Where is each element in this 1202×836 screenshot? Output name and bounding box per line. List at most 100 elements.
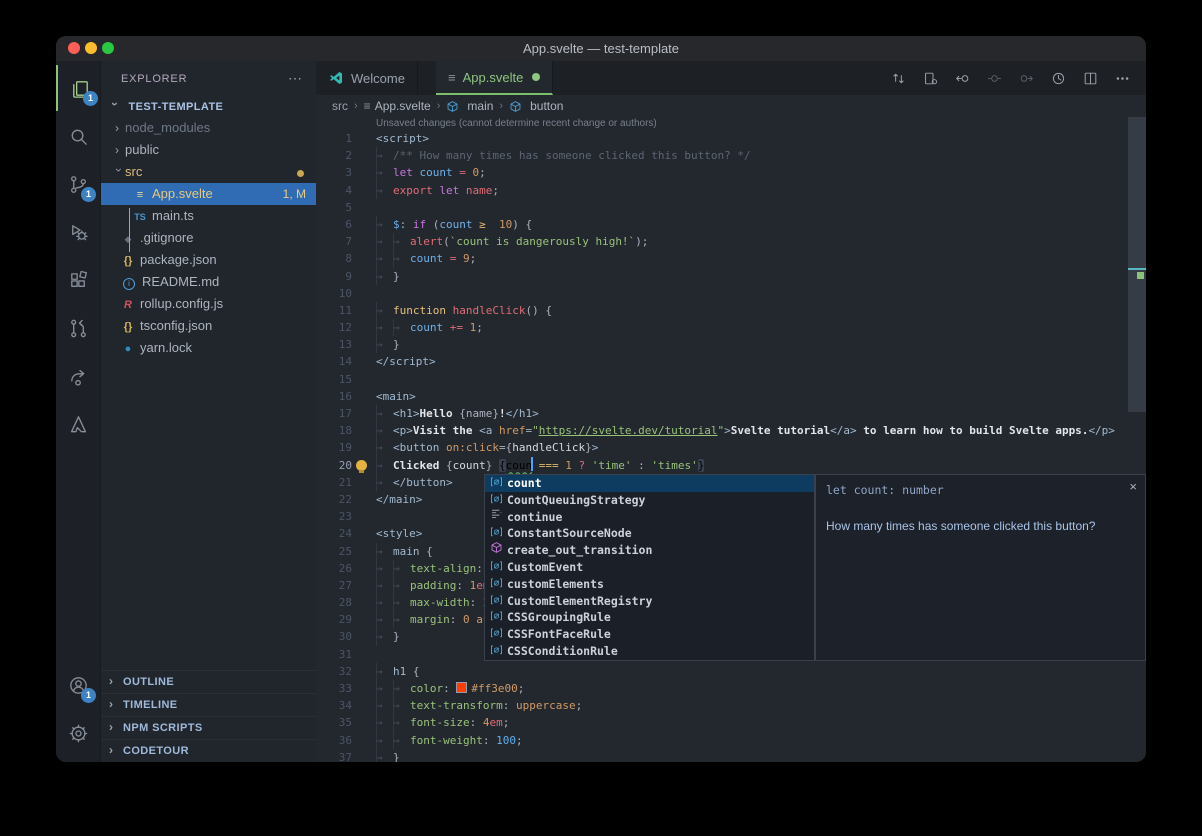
vscode-icon	[328, 70, 344, 86]
suggestion-customelementregistry[interactable]: [∅]CustomElementRegistry	[485, 593, 814, 610]
section-timeline[interactable]: ›TIMELINE	[101, 693, 316, 716]
code-line-10[interactable]: 10	[316, 285, 1146, 302]
split-editor-icon[interactable]	[1074, 61, 1106, 95]
tree-item-tsconfig-json[interactable]: {}tsconfig.json	[101, 315, 316, 337]
code-line-35[interactable]: 35→→font-size: 4em;	[316, 714, 1146, 731]
close-icon[interactable]: ×	[1129, 479, 1137, 494]
tree-item-rollup-config-js[interactable]: Rrollup.config.js	[101, 293, 316, 315]
title-bar[interactable]: App.svelte — test-template	[56, 36, 1146, 61]
more-actions-icon[interactable]	[1106, 61, 1138, 95]
line-content: </main>	[376, 491, 422, 508]
suggestion-countqueuingstrategy[interactable]: [∅]CountQueuingStrategy	[485, 492, 814, 509]
compare-changes-icon[interactable]	[882, 61, 914, 95]
code-line-32[interactable]: 32→h1 {	[316, 663, 1146, 680]
activity-item-azure[interactable]	[56, 401, 100, 447]
code-line-17[interactable]: 17→<h1>Hello {name}!</h1>	[316, 405, 1146, 422]
code-line-16[interactable]: 16<main>	[316, 388, 1146, 405]
suggestion-create_out_transition[interactable]: create_out_transition	[485, 542, 814, 559]
color-swatch[interactable]	[456, 682, 467, 693]
breadcrumb-item-button[interactable]: button	[509, 99, 563, 113]
code-line-11[interactable]: 11 →function handleClick() {	[316, 302, 1146, 319]
section-codetour[interactable]: ›CODETOUR	[101, 739, 316, 762]
activity-item-settings[interactable]	[56, 710, 100, 756]
tree-item-readme-md[interactable]: iREADME.md	[101, 271, 316, 293]
suggestion-continue[interactable]: continue	[485, 509, 814, 526]
activity-item-source-control[interactable]: 1	[56, 161, 100, 207]
line-content: →/** How many times has someone clicked …	[376, 147, 751, 164]
suggestion-cssfontfacerule[interactable]: [∅]CSSFontFaceRule	[485, 626, 814, 643]
code-line-4[interactable]: 4→export let name;	[316, 182, 1146, 199]
line-content: →function handleClick() {	[376, 302, 552, 319]
activity-item-run-debug[interactable]	[56, 209, 100, 255]
line-number: 36	[316, 732, 352, 749]
code-line-1[interactable]: 1<script>	[316, 130, 1146, 147]
lightbulb-icon[interactable]	[356, 460, 367, 471]
code-line-14[interactable]: 14</script>	[316, 353, 1146, 370]
line-number: 14	[316, 353, 352, 370]
tree-item-node-modules[interactable]: ›node_modules	[101, 117, 316, 139]
line-number: 13	[316, 336, 352, 353]
code-line-18[interactable]: 18 →<p>Visit the <a href="https://svelte.…	[316, 422, 1146, 439]
breadcrumb-item-app-svelte[interactable]: ≡App.svelte	[364, 99, 431, 113]
chevron-down-icon: ›	[108, 168, 130, 178]
code-line-8[interactable]: 8→→count = 9;	[316, 250, 1146, 267]
tree-item-public[interactable]: ›public	[101, 139, 316, 161]
activity-item-github-pr[interactable]	[56, 305, 100, 351]
code-line-33[interactable]: 33→→color: #ff3e00;	[316, 680, 1146, 697]
activity-item-search[interactable]	[56, 113, 100, 159]
tree-item-app-svelte[interactable]: ≡App.svelte1, M	[101, 183, 316, 205]
suggestion-constantsourcenode[interactable]: [∅]ConstantSourceNode	[485, 525, 814, 542]
code-line-36[interactable]: 36→→font-weight: 100;	[316, 732, 1146, 749]
file-history-icon[interactable]	[1042, 61, 1074, 95]
code-line-13[interactable]: 13→}	[316, 336, 1146, 353]
tree-item-yarn-lock[interactable]: ●yarn.lock	[101, 337, 316, 359]
unsaved-dot[interactable]	[532, 73, 540, 81]
code-line-9[interactable]: 9→}	[316, 268, 1146, 285]
scrollbar-slider[interactable]	[1128, 117, 1146, 412]
line-content: →<p>Visit the <a href="https://svelte.de…	[376, 422, 1115, 439]
code-line-6[interactable]: 6→$: if (count ≥ 10) {	[316, 216, 1146, 233]
suggestion-customelements[interactable]: [∅]customElements	[485, 576, 814, 593]
tree-item--gitignore[interactable]: ◆.gitignore	[101, 227, 316, 249]
line-number: 11	[316, 302, 352, 319]
activity-item-live-share[interactable]	[56, 353, 100, 399]
breadcrumb-item-src[interactable]: src	[332, 99, 348, 113]
previous-change-icon[interactable]	[946, 61, 978, 95]
suggestion-cssconditionrule[interactable]: [∅]CSSConditionRule	[485, 643, 814, 660]
tree-item-main-ts[interactable]: TSmain.ts	[101, 205, 316, 227]
line-number: 18	[316, 422, 352, 439]
section-outline[interactable]: ›OUTLINE	[101, 670, 316, 693]
code-line-7[interactable]: 7→→alert(`count is dangerously high!`);	[316, 233, 1146, 250]
code-line-37[interactable]: 37→}	[316, 749, 1146, 762]
tree-item-src[interactable]: ›src	[101, 161, 316, 183]
tree-item-package-json[interactable]: {}package.json	[101, 249, 316, 271]
code-line-3[interactable]: 3→let count = 0;	[316, 164, 1146, 181]
breadcrumb[interactable]: src›≡App.svelte›main›button	[316, 95, 1146, 117]
breadcrumb-item-main[interactable]: main	[446, 99, 493, 113]
symbol-variable-icon: [∅]	[485, 475, 507, 492]
symbol-variable-icon: [∅]	[485, 626, 507, 643]
suggestion-count[interactable]: [∅]count	[485, 475, 814, 492]
suggestion-customevent[interactable]: [∅]CustomEvent	[485, 559, 814, 576]
tab-app-svelte[interactable]: ≡App.svelte	[436, 61, 553, 95]
code-line-2[interactable]: 2→/** How many times has someone clicked…	[316, 147, 1146, 164]
open-changes-icon[interactable]	[914, 61, 946, 95]
activity-item-accounts[interactable]: 1	[56, 662, 100, 708]
code-editor[interactable]: Unsaved changes (cannot determine recent…	[316, 117, 1146, 762]
suggestion-cssgroupingrule[interactable]: [∅]CSSGroupingRule	[485, 609, 814, 626]
line-number: 21	[316, 474, 352, 491]
code-line-19[interactable]: 19→<button on:click={handleClick}>	[316, 439, 1146, 456]
activity-item-explorer[interactable]: 1	[56, 65, 102, 111]
code-line-15[interactable]: 15	[316, 371, 1146, 388]
section-npm-scripts[interactable]: ›NPM SCRIPTS	[101, 716, 316, 739]
activity-item-extensions[interactable]	[56, 257, 100, 303]
editor-scrollbar[interactable]	[1128, 117, 1146, 762]
code-line-12[interactable]: 12→→count += 1;	[316, 319, 1146, 336]
explorer-more-actions-icon[interactable]: ⋯	[288, 61, 302, 95]
tab-welcome[interactable]: Welcome	[316, 61, 418, 95]
line-content: <style>	[376, 525, 422, 542]
workspace-root-item[interactable]: › TEST-TEMPLATE	[101, 95, 316, 117]
code-line-34[interactable]: 34→→text-transform: uppercase;	[316, 697, 1146, 714]
code-line-20[interactable]: 20→Clicked {count} {coun === 1 ? 'time' …	[316, 457, 1146, 474]
code-line-5[interactable]: 5	[316, 199, 1146, 216]
